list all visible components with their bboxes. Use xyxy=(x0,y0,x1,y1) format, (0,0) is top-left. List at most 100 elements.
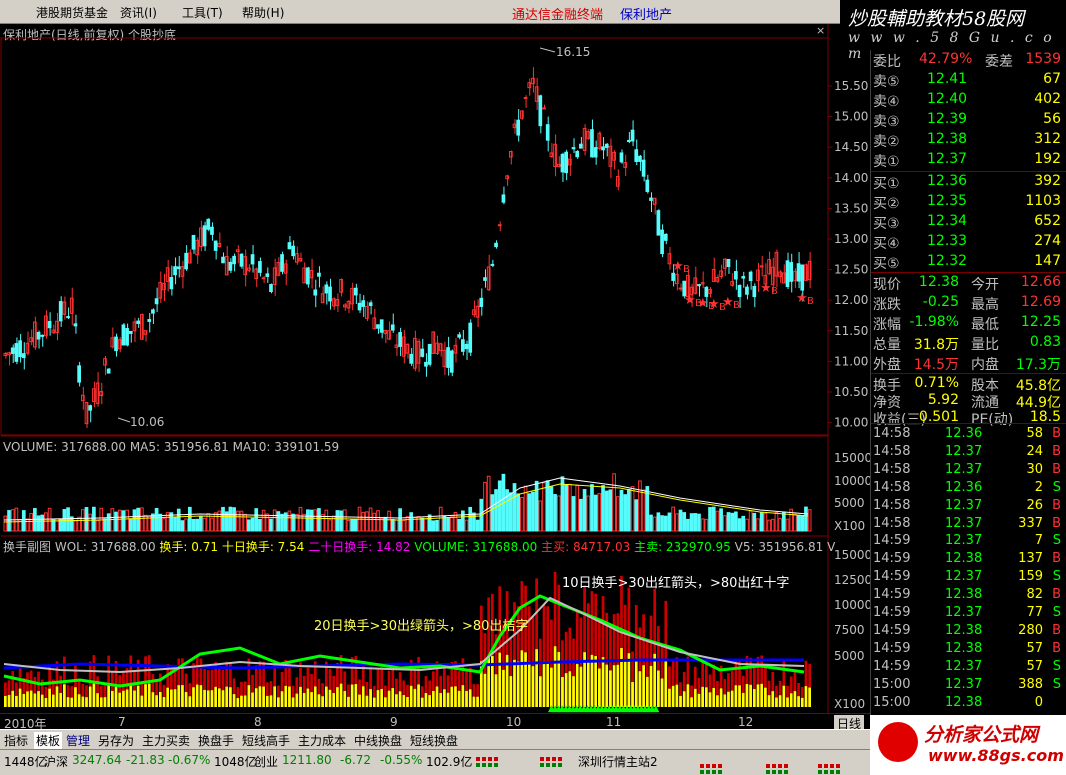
turnover-bar-inner xyxy=(203,689,206,707)
sub-wol: WOL: 317688.00 xyxy=(54,540,156,554)
index-amount: 102.9亿 xyxy=(426,755,473,769)
turnover-bar-inner xyxy=(417,684,420,707)
volume-bar xyxy=(604,490,609,532)
turnover-bar-inner xyxy=(299,686,302,707)
tick-row: 14:59 12.37 159 S xyxy=(871,569,1066,586)
volume-bar xyxy=(656,512,661,532)
turnover-bar-inner xyxy=(653,653,657,707)
volume-bar xyxy=(475,519,480,532)
bid-row: 买① 12.36 392 xyxy=(871,172,1066,192)
candle-body xyxy=(593,147,598,158)
volume-bar xyxy=(745,518,749,532)
turnover-bar-inner xyxy=(690,697,693,707)
turnover-bar-inner xyxy=(771,691,775,707)
tick-time: 14:59 xyxy=(873,569,911,585)
turnover-bar-inner xyxy=(306,688,310,707)
turnover-bar-inner xyxy=(727,691,730,707)
turnover-bar-inner xyxy=(11,690,15,707)
tick-time: 14:58 xyxy=(873,426,911,441)
volume-bar xyxy=(232,507,236,532)
volume-bar xyxy=(674,513,679,532)
tick-time: 15:00 xyxy=(873,694,911,710)
bid-price: 12.35 xyxy=(927,193,968,209)
kline-chart[interactable]: 16.1510.06★ B★ B★ B★ B★ B★ B ★ B ▲▲▲▲▲▲▲▲▲▲▲▲▲▲▲… xyxy=(0,0,870,715)
volume-bar xyxy=(593,494,598,532)
tick-row: 14:59 12.38 137 B xyxy=(871,551,1066,568)
tab-main-cost[interactable]: 主力成本 xyxy=(298,732,346,749)
turnover-bar-inner xyxy=(151,692,155,707)
commission-row: 委比 42.79% 委差 1539 xyxy=(871,50,1066,70)
candle-body xyxy=(354,287,358,296)
candle-body xyxy=(464,343,469,350)
tick-time: 14:58 xyxy=(873,461,911,477)
volume-bar xyxy=(376,510,380,532)
candle-body xyxy=(324,284,329,294)
candle-body xyxy=(306,267,310,285)
turnover-bar-inner xyxy=(468,689,472,707)
candle-body xyxy=(575,150,580,158)
tick-time: 15:00 xyxy=(873,676,911,692)
tab-save-as[interactable]: 另存为 xyxy=(98,732,134,749)
volume-bar xyxy=(575,485,580,532)
tick-price: 12.38 xyxy=(945,622,983,638)
volume-bar xyxy=(649,514,653,532)
volume-bar xyxy=(261,509,266,532)
sub-vol: VOLUME: 317688.00 xyxy=(414,540,538,554)
candle-body xyxy=(10,347,15,354)
turnover-bar-inner xyxy=(527,661,531,707)
candle-body xyxy=(346,300,351,309)
volume-bar xyxy=(468,506,473,532)
ask-volume: 56 xyxy=(1043,111,1061,127)
tab-short-turnover[interactable]: 短线换盘 xyxy=(410,732,458,749)
turnover-bar-inner xyxy=(358,694,361,707)
candle-body xyxy=(376,324,380,329)
price-pane-frame xyxy=(0,37,829,436)
tab-short-master[interactable]: 短线高手 xyxy=(242,732,290,749)
fund-value: 0.71% xyxy=(914,375,959,391)
turnover-bar-inner xyxy=(170,689,173,707)
tab-template[interactable]: 模板 xyxy=(34,732,63,749)
candle-body xyxy=(379,319,384,333)
turnover-bar-inner xyxy=(376,690,380,707)
turnover-bar-inner xyxy=(96,693,99,707)
ask-label: 卖① xyxy=(873,154,900,170)
candle-body xyxy=(656,210,661,236)
tab-manage[interactable]: 管理 xyxy=(66,732,90,749)
volume-bar xyxy=(313,509,318,532)
turnover-bar-inner xyxy=(730,690,734,707)
server-name[interactable]: 深圳行情主站2 xyxy=(578,753,658,770)
turnover-bar-inner xyxy=(494,674,498,707)
tab-turnover[interactable]: 换盘手 xyxy=(198,732,234,749)
turnover-bar-inner xyxy=(166,687,170,707)
candle-body xyxy=(125,328,129,346)
turnover-bar-inner xyxy=(764,687,767,707)
tick-price: 12.37 xyxy=(945,515,983,531)
turnover-bar-inner xyxy=(476,696,479,707)
candle-body xyxy=(143,330,148,335)
tab-indicator[interactable]: 指标 xyxy=(4,732,28,749)
tab-main-trade[interactable]: 主力买卖 xyxy=(142,732,190,749)
turnover-bar-inner xyxy=(520,650,524,707)
tab-mid-turnover[interactable]: 中线换盘 xyxy=(354,732,402,749)
tick-row: 14:58 12.37 30 B xyxy=(871,462,1066,479)
turnover-bar-inner xyxy=(634,661,638,707)
turnover-bar-inner xyxy=(550,667,553,707)
candle-body xyxy=(420,348,425,357)
volume-bar xyxy=(88,513,93,532)
candle-body xyxy=(390,324,395,331)
turnover-bar-inner xyxy=(37,691,40,707)
index-change: -21.83 xyxy=(126,753,165,767)
turnover-bar-inner xyxy=(122,690,125,707)
turnover-bar-inner xyxy=(741,692,745,707)
volume-bar xyxy=(586,495,591,532)
ask-price: 12.38 xyxy=(927,131,968,147)
candle-body xyxy=(663,233,668,241)
index-amount: 1048亿 xyxy=(214,755,257,769)
tick-side: S xyxy=(1052,533,1061,549)
candle-body xyxy=(564,151,568,174)
turnover-bar-inner xyxy=(638,671,642,707)
volume-bar xyxy=(7,510,11,532)
tick-side: S xyxy=(1052,676,1061,692)
bid-price: 12.34 xyxy=(927,213,968,229)
candle-body xyxy=(619,152,624,163)
